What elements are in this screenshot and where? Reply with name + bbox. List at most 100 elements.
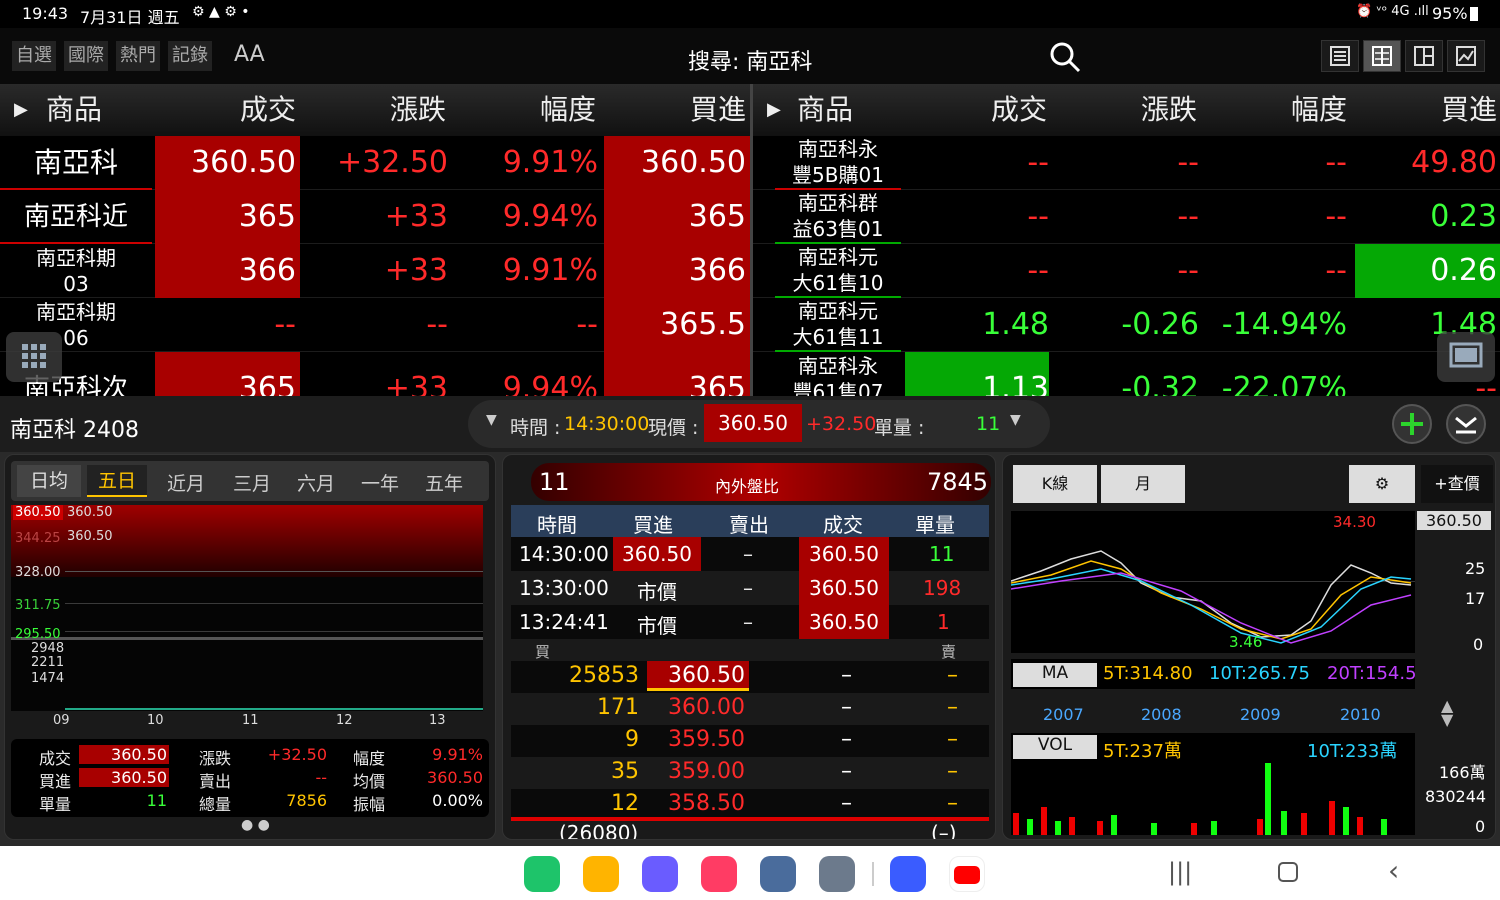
table-row[interactable]: 13:30:00 市價 – 360.50 198 [511,571,989,605]
split-view-icon[interactable] [1363,40,1401,72]
tab-hot[interactable]: 熱門 [116,41,160,71]
keypad-icon[interactable] [6,332,62,382]
bid-price: 49.80 [1411,145,1497,180]
header-product[interactable]: 商品 [46,84,102,136]
trade-list: 14:30:00 360.50 – 360.50 11 13:30:00 市價 … [511,537,989,639]
last-price: 365 [155,352,300,396]
total-ask: (–) [931,821,957,840]
scroll-updown-icon[interactable]: ▲ ▼ [1441,698,1453,728]
header-percent[interactable]: 幅度 [1291,84,1347,136]
table-row[interactable]: 南亞科永 豐5B購01 -- -- -- 49.80 [753,136,1500,190]
tab-history[interactable]: 記錄 [168,41,212,71]
tick-volume: 11 [976,413,1001,435]
grid-view-icon[interactable] [1405,40,1443,72]
tab-month[interactable]: 近月 [167,469,205,496]
table-row[interactable]: 14:30:00 360.50 – 360.50 11 [511,537,989,571]
price-percent: -- [1325,199,1347,234]
tab-international[interactable]: 國際 [64,41,108,71]
price-change: +33 [384,199,448,234]
vol-legend: VOL 5T:237萬 10T:233萬 [1011,733,1415,762]
kline-chart[interactable]: 34.30 3.46 [1011,511,1415,653]
settings-gear-icon[interactable]: ⚙ [1349,465,1415,503]
files-app-icon[interactable] [583,856,619,892]
book-row[interactable]: 25853 360.50 – – [511,661,989,693]
screen-icon[interactable] [1437,332,1495,382]
price-change: +33 [384,371,448,396]
vol-y-label: 830244 [1425,787,1487,806]
intraday-panel: 日均 五日 近月 三月 六月 一年 五年 360.50 344.25 328.0… [4,454,496,840]
chart-view-icon[interactable] [1447,40,1485,72]
youtube-app-icon[interactable] [949,856,985,892]
volume-chart[interactable] [1011,761,1415,835]
search-title[interactable]: 搜尋: 南亞科 [688,44,812,76]
tab-five-day[interactable]: 五日 [87,465,147,497]
tab-favorites[interactable]: 自選 [12,41,56,71]
kline-panel: K線 月 ⚙ +查價 34.30 3.46 360.50 25 17 0 MA … [1002,454,1496,840]
bid-price: 365 [604,352,750,396]
product-name: 南亞科 [0,136,152,190]
status-bar: 19:43 7月31日 週五 ⚙ ▲ ⚙ • ⏰ ᵛᵒ 4G .ıll 95% [0,0,1500,28]
header-bid[interactable]: 買進 [690,84,746,136]
back-icon[interactable]: ‹ [1388,854,1399,887]
font-size-button[interactable]: AA [234,42,265,67]
header-change[interactable]: 漲跌 [1141,84,1197,136]
last-price: 366 [155,244,300,298]
add-icon[interactable] [1392,404,1432,444]
settings-app-icon[interactable] [760,856,796,892]
table-row[interactable]: 南亞科永 豐61售07 1.13 -0.32 -22.07% -- [753,352,1500,396]
apps-grid-icon[interactable] [819,856,855,892]
product-name: 南亞科元 大61售11 [775,298,901,352]
search-icon[interactable] [1048,40,1082,74]
messages-app-icon[interactable] [642,856,678,892]
table-row[interactable]: 南亞科近 365 +33 9.94% 365 [0,190,750,244]
header-product[interactable]: 商品 [797,84,853,136]
book-row[interactable]: 35 359.00 – – [511,757,989,789]
tab-three-month[interactable]: 三月 [233,469,271,496]
header-bid[interactable]: 買進 [1441,84,1497,136]
table-row[interactable]: 南亞科期 03 366 +33 9.91% 366 [0,244,750,298]
kline-y-label: 0 [1473,635,1484,654]
tick-dropdown-icon[interactable]: ▼ [1010,412,1021,428]
bid-price: 0.26 [1355,244,1500,298]
header-price[interactable]: 成交 [991,84,1047,136]
table-row[interactable]: 南亞科次 365 +33 9.94% 365 [0,352,750,396]
left-quote-table: 南亞科 360.50 +32.50 9.91% 360.50 南亞科近 365 … [0,136,750,396]
table-row[interactable]: 13:24:41 市價 – 360.50 1 [511,605,989,639]
table-row[interactable]: 南亞科元 大61售10 -- -- -- 0.26 [753,244,1500,298]
expand-arrow-icon[interactable]: ▶ [14,84,28,136]
book-row[interactable]: 171 360.00 – – [511,693,989,725]
header-price[interactable]: 成交 [240,84,296,136]
tick-selector[interactable]: ▼ 時間 : 14:30:00 現價 : 360.50 +32.50 單量 : … [468,400,1050,448]
trade-table-header: 時間 買進 賣出 成交 單量 [511,505,989,537]
home-icon[interactable] [1278,862,1298,882]
price-percent: -14.94% [1221,307,1347,342]
table-row[interactable]: 南亞科 360.50 +32.50 9.91% 360.50 [0,136,750,190]
phone-app-icon[interactable] [524,856,560,892]
last-price: -- [274,307,296,342]
intraday-chart[interactable]: 360.50 344.25 328.00 311.75 295.50 360.5… [11,505,483,711]
page-dots[interactable]: ● ● [241,817,270,833]
header-percent[interactable]: 幅度 [540,84,596,136]
app-toolbar: 自選 國際 熱門 記錄 AA 搜尋: 南亞科 [0,28,1500,84]
collapse-icon[interactable] [1446,404,1486,444]
table-row[interactable]: 南亞科群 益63售01 -- -- -- 0.23 [753,190,1500,244]
y-right-label: 360.50 [67,529,113,544]
tab-six-month[interactable]: 六月 [297,469,335,496]
header-change[interactable]: 漲跌 [390,84,446,136]
kline-button[interactable]: K線 [1013,465,1097,503]
period-button[interactable]: 月 [1101,465,1185,503]
tab-daily-avg[interactable]: 日均 [17,465,81,497]
recent-apps-icon[interactable]: ||| [1168,858,1192,886]
query-price-button[interactable]: +查價 [1421,465,1493,503]
last-price: -- [1027,199,1049,234]
table-row[interactable]: 南亞科元 大61售11 1.48 -0.26 -14.94% 1.48 [753,298,1500,352]
table-row[interactable]: 南亞科期 06 -- -- -- 365.5 [0,298,750,352]
tab-five-year[interactable]: 五年 [425,469,463,496]
list-view-icon[interactable] [1321,40,1359,72]
book-row[interactable]: 9 359.50 – – [511,725,989,757]
browser-app-icon[interactable] [890,856,926,892]
camera-app-icon[interactable] [701,856,737,892]
tick-down-arrow-icon[interactable]: ▼ [486,412,497,428]
tab-one-year[interactable]: 一年 [361,469,399,496]
expand-arrow-icon[interactable]: ▶ [767,84,781,136]
